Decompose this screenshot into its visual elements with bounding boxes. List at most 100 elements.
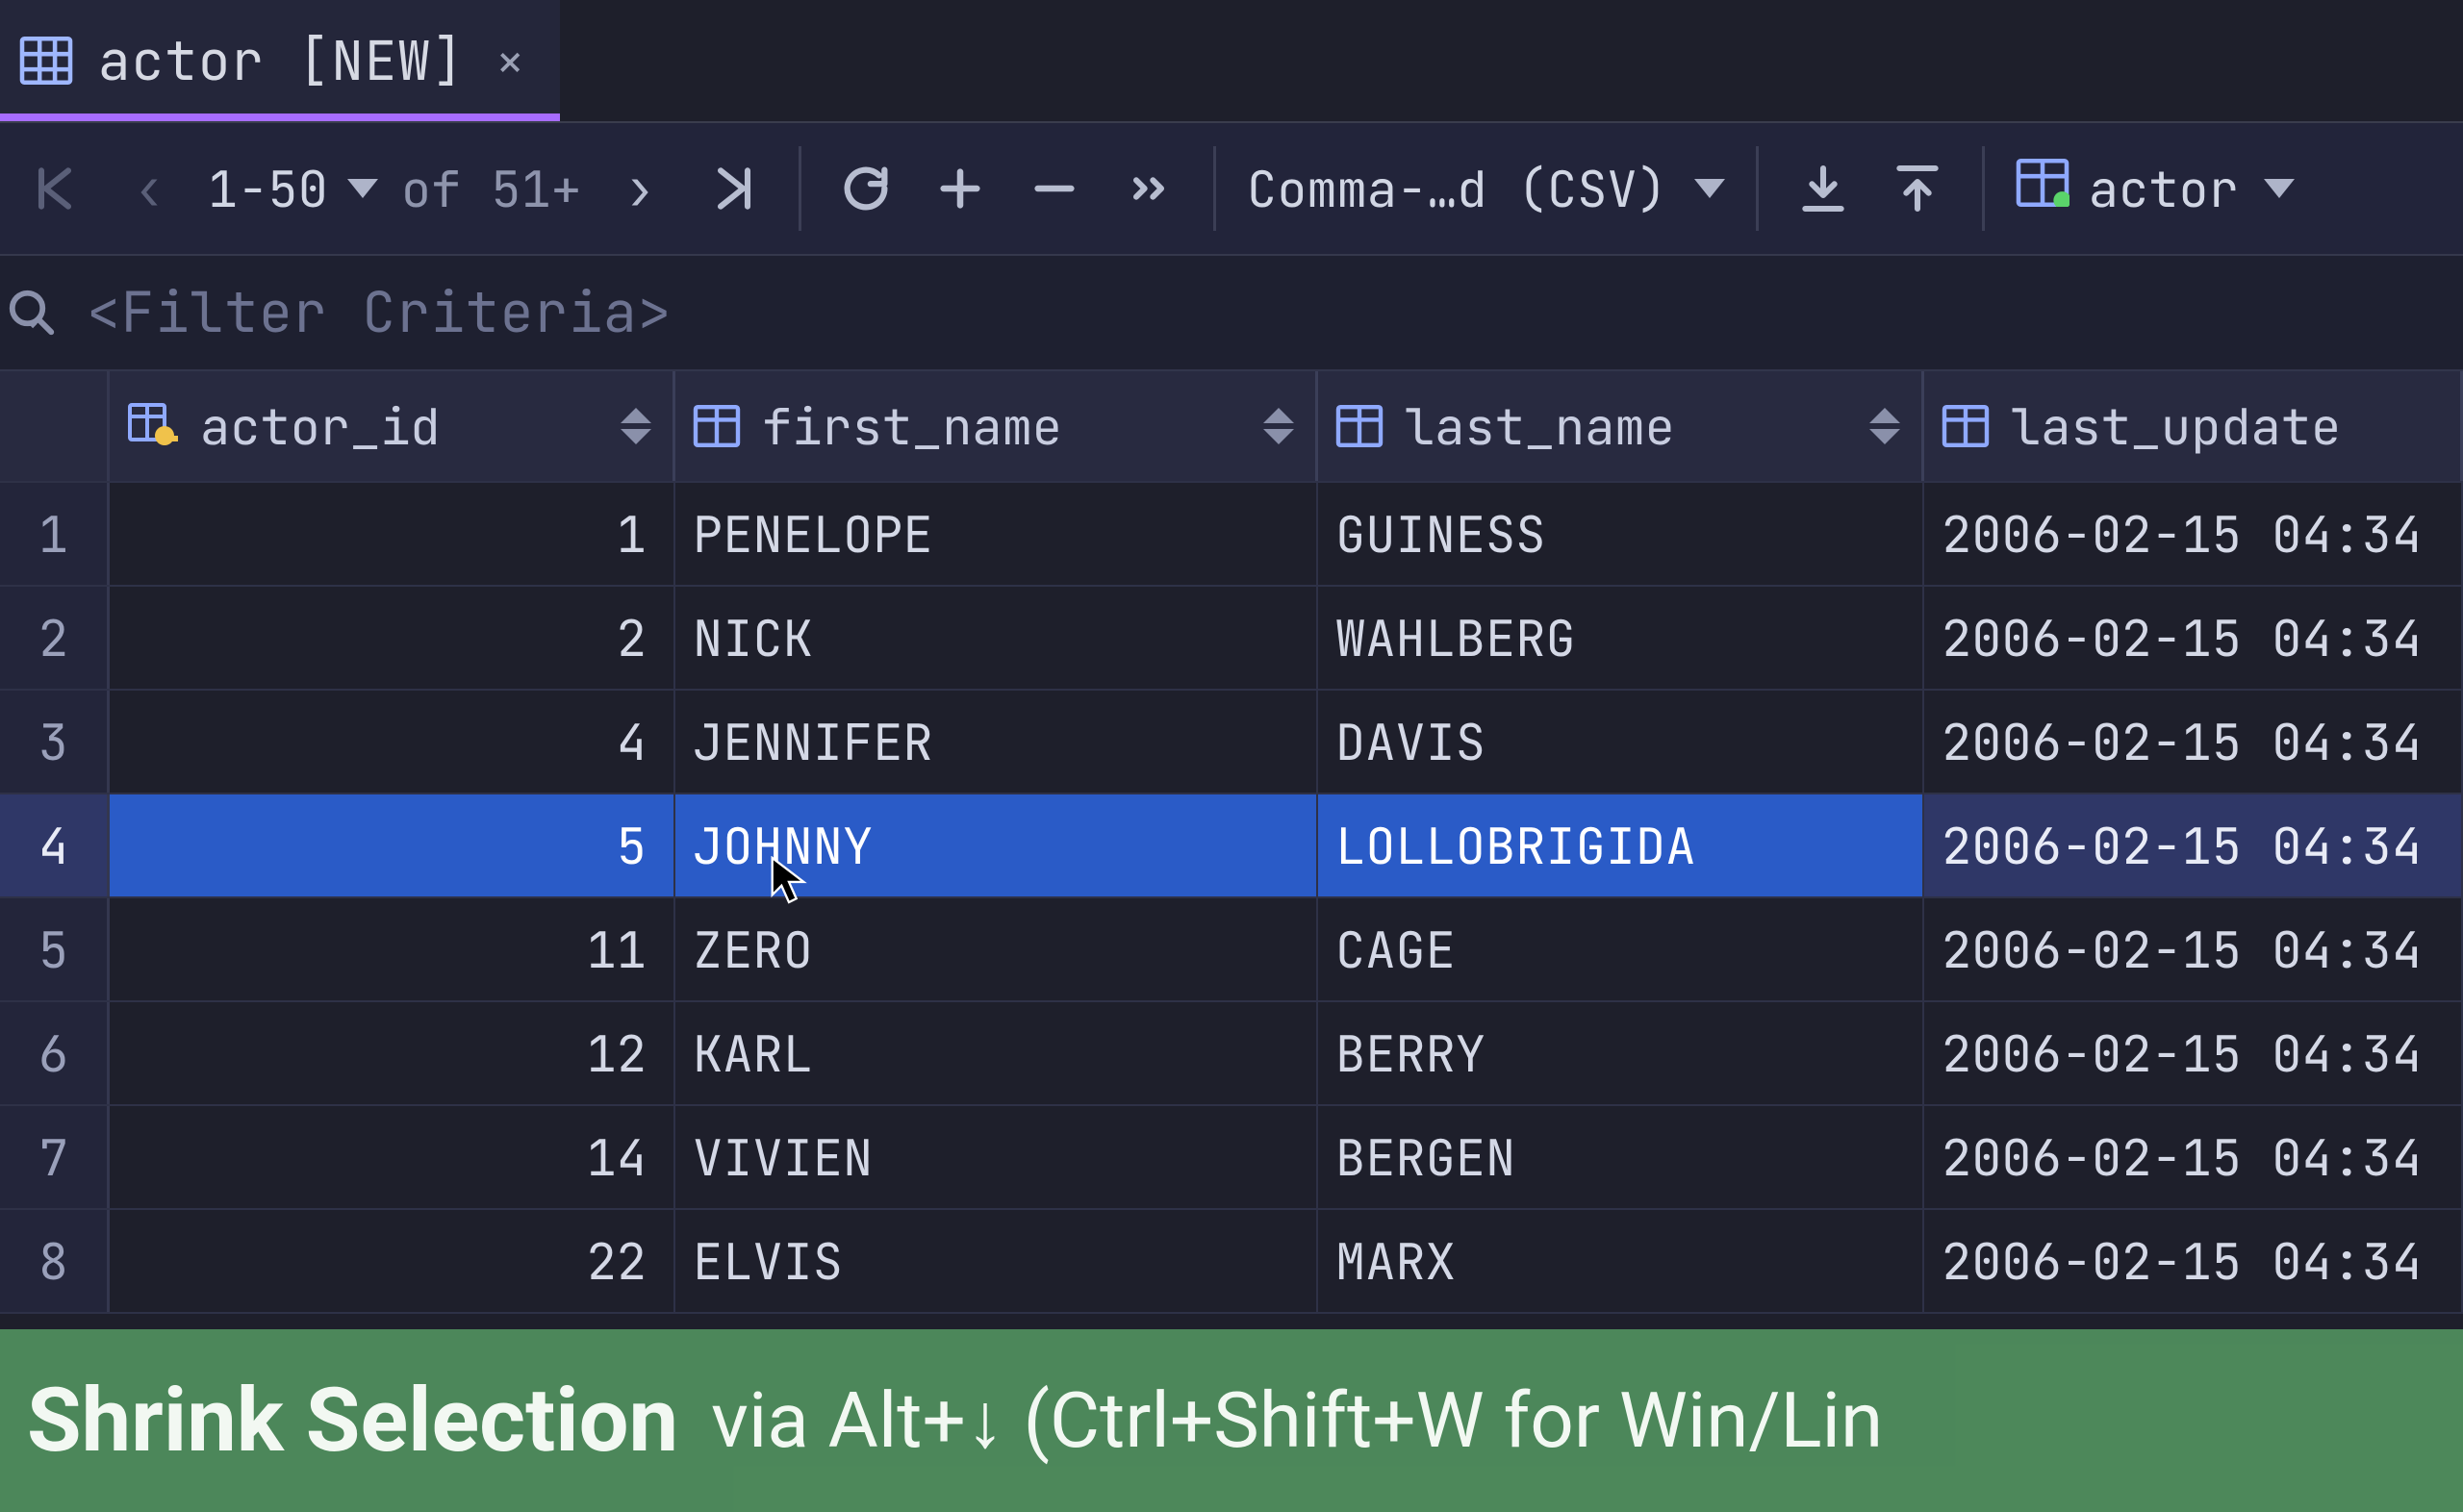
- hint-title: Shrink Selection: [27, 1370, 678, 1473]
- chevron-down-icon: [2264, 179, 2295, 198]
- cell-first-name[interactable]: JOHNNY: [675, 794, 1318, 896]
- column-header-label: last_name: [1405, 393, 1675, 460]
- cell-last-name[interactable]: LOLLOBRIGIDA: [1318, 794, 1924, 896]
- table-icon: [19, 37, 73, 85]
- column-header-label: first_name: [762, 393, 1062, 460]
- next-page-button[interactable]: ›: [597, 140, 683, 237]
- chevron-down-icon: [1694, 179, 1725, 198]
- target-table-label: actor: [2089, 156, 2239, 222]
- cell-last-update[interactable]: 2006-02-15 04:34: [1924, 691, 2463, 793]
- row-number[interactable]: 1: [0, 483, 110, 585]
- hint-text: via Alt+↓ (Ctrl+Shift+W for Win/Lin: [711, 1375, 1883, 1466]
- remove-row-button[interactable]: [1011, 140, 1098, 237]
- column-header-last-name[interactable]: last_name: [1318, 371, 1924, 481]
- export-format-dropdown[interactable]: Comma-…d (CSV): [1237, 156, 1735, 222]
- row-number[interactable]: 8: [0, 1210, 110, 1312]
- cell-last-name[interactable]: BERRY: [1318, 1002, 1924, 1104]
- cell-last-name[interactable]: MARX: [1318, 1210, 1924, 1312]
- cell-first-name[interactable]: KARL: [675, 1002, 1318, 1104]
- cell-last-update[interactable]: 2006-02-15 04:34: [1924, 1002, 2463, 1104]
- cell-last-update[interactable]: 2006-02-15 04:34: [1924, 898, 2463, 1000]
- search-icon: [6, 287, 58, 339]
- separator: [1213, 146, 1216, 231]
- target-table-dropdown[interactable]: actor: [2006, 156, 2304, 222]
- table-row[interactable]: 22NICKWAHLBERG2006-02-15 04:34: [0, 587, 2463, 691]
- cell-last-update[interactable]: 2006-02-15 04:34: [1924, 794, 2463, 896]
- table-row[interactable]: 612KARLBERRY2006-02-15 04:34: [0, 1002, 2463, 1106]
- table-row[interactable]: 11PENELOPEGUINESS2006-02-15 04:34: [0, 483, 2463, 587]
- separator: [1982, 146, 1985, 231]
- cell-first-name[interactable]: ZERO: [675, 898, 1318, 1000]
- column-header-actor-id[interactable]: actor_id: [110, 371, 675, 481]
- sort-icon[interactable]: [1263, 408, 1294, 444]
- cell-first-name[interactable]: PENELOPE: [675, 483, 1318, 585]
- sort-icon[interactable]: [621, 408, 651, 444]
- cell-first-name[interactable]: VIVIEN: [675, 1106, 1318, 1208]
- cell-last-update[interactable]: 2006-02-15 04:34: [1924, 1106, 2463, 1208]
- cell-actor-id[interactable]: 12: [110, 1002, 675, 1104]
- row-number[interactable]: 4: [0, 794, 110, 896]
- column-header-first-name[interactable]: first_name: [675, 371, 1318, 481]
- row-number[interactable]: 6: [0, 1002, 110, 1104]
- cell-first-name[interactable]: ELVIS: [675, 1210, 1318, 1312]
- filter-bar[interactable]: <Filter Criteria>: [0, 256, 2463, 371]
- chevron-down-icon: [347, 179, 378, 198]
- cell-last-name[interactable]: BERGEN: [1318, 1106, 1924, 1208]
- prev-page-button[interactable]: ‹: [106, 140, 192, 237]
- export-format-label: Comma-…d (CSV): [1247, 156, 1667, 222]
- cell-actor-id[interactable]: 11: [110, 898, 675, 1000]
- sort-icon[interactable]: [1869, 408, 1900, 444]
- cell-actor-id[interactable]: 14: [110, 1106, 675, 1208]
- page-range-current: 1-50: [208, 156, 328, 222]
- separator: [1756, 146, 1759, 231]
- cell-actor-id[interactable]: 2: [110, 587, 675, 689]
- cell-last-update[interactable]: 2006-02-15 04:34: [1924, 1210, 2463, 1312]
- page-range-dropdown[interactable]: 1-50 of 51+: [200, 156, 589, 222]
- cell-last-update[interactable]: 2006-02-15 04:34: [1924, 587, 2463, 689]
- cell-actor-id[interactable]: 22: [110, 1210, 675, 1312]
- first-page-button[interactable]: [12, 140, 98, 237]
- toolbar: ‹ 1-50 of 51+ › Comma-…d (CSV): [0, 123, 2463, 256]
- row-number[interactable]: 3: [0, 691, 110, 793]
- reload-button[interactable]: [823, 140, 909, 237]
- more-actions-button[interactable]: [1105, 140, 1192, 237]
- column-icon: [1942, 405, 1990, 447]
- cell-actor-id[interactable]: 1: [110, 483, 675, 585]
- last-page-button[interactable]: [691, 140, 777, 237]
- tab-actor[interactable]: actor [NEW] ×: [0, 0, 560, 121]
- cell-actor-id[interactable]: 4: [110, 691, 675, 793]
- table-row[interactable]: 511ZEROCAGE2006-02-15 04:34: [0, 898, 2463, 1002]
- cell-first-name[interactable]: JENNIFER: [675, 691, 1318, 793]
- separator: [799, 146, 801, 231]
- cell-first-name[interactable]: NICK: [675, 587, 1318, 689]
- row-number[interactable]: 5: [0, 898, 110, 1000]
- column-icon: [1335, 405, 1384, 447]
- filter-placeholder: <Filter Criteria>: [87, 276, 673, 349]
- hint-banner: Shrink Selection via Alt+↓ (Ctrl+Shift+W…: [0, 1329, 2463, 1512]
- tab-title: actor [NEW]: [98, 25, 465, 96]
- download-button[interactable]: [1780, 140, 1866, 237]
- close-icon[interactable]: ×: [490, 28, 531, 94]
- data-table: actor_id first_name last_name last_updat…: [0, 371, 2463, 1314]
- table-row[interactable]: 34JENNIFERDAVIS2006-02-15 04:34: [0, 691, 2463, 794]
- column-header-label: last_update: [2011, 393, 2341, 460]
- column-icon: [693, 405, 741, 447]
- table-header-row: actor_id first_name last_name last_updat…: [0, 371, 2463, 483]
- cell-last-update[interactable]: 2006-02-15 04:34: [1924, 483, 2463, 585]
- row-number[interactable]: 2: [0, 587, 110, 689]
- cell-last-name[interactable]: GUINESS: [1318, 483, 1924, 585]
- column-header-label: actor_id: [200, 393, 441, 460]
- cell-actor-id[interactable]: 5: [110, 794, 675, 896]
- table-row[interactable]: 822ELVISMARX2006-02-15 04:34: [0, 1210, 2463, 1314]
- table-row[interactable]: 45JOHNNYLOLLOBRIGIDA2006-02-15 04:34: [0, 794, 2463, 898]
- add-row-button[interactable]: [917, 140, 1003, 237]
- column-header-last-update[interactable]: last_update: [1924, 371, 2463, 481]
- row-number-header[interactable]: [0, 371, 110, 481]
- tab-bar: actor [NEW] ×: [0, 0, 2463, 123]
- cell-last-name[interactable]: CAGE: [1318, 898, 1924, 1000]
- upload-button[interactable]: [1874, 140, 1961, 237]
- table-row[interactable]: 714VIVIENBERGEN2006-02-15 04:34: [0, 1106, 2463, 1210]
- row-number[interactable]: 7: [0, 1106, 110, 1208]
- cell-last-name[interactable]: WAHLBERG: [1318, 587, 1924, 689]
- cell-last-name[interactable]: DAVIS: [1318, 691, 1924, 793]
